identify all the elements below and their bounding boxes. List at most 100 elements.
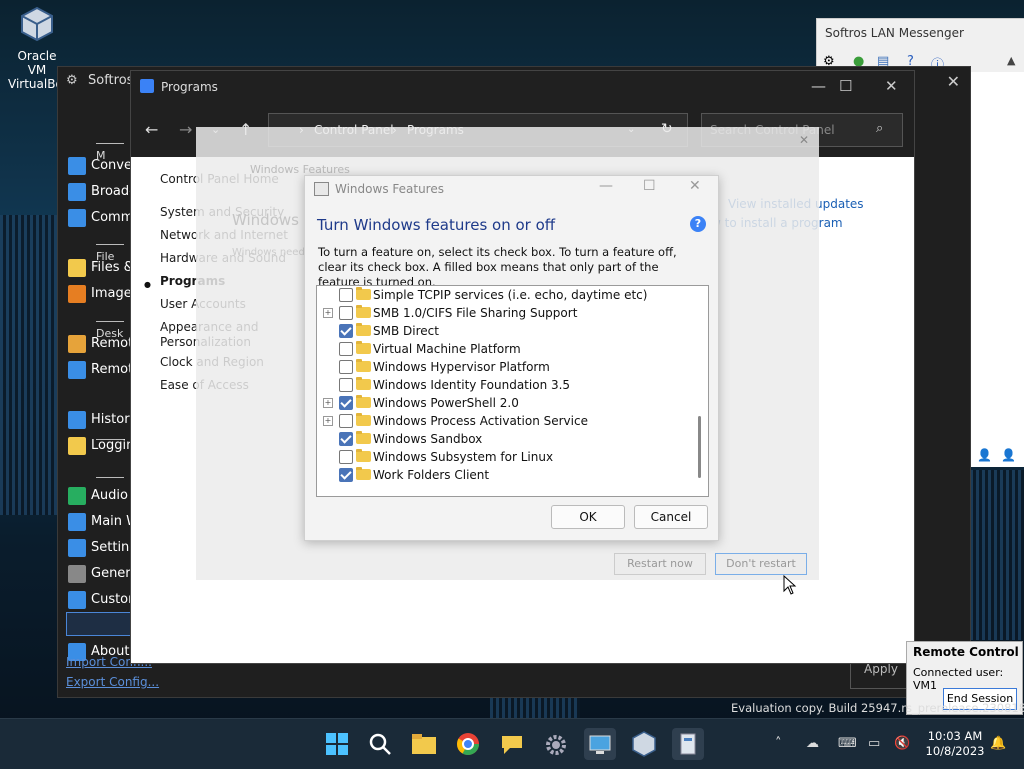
sidebar-selected-highlight — [66, 612, 138, 636]
keyboard-icon[interactable]: ⌨ — [838, 736, 857, 751]
feature-item[interactable]: + Windows PowerShell 2.0 — [317, 394, 689, 412]
windows-features-dialog[interactable]: Windows Features — ☐ ✕ Turn Windows feat… — [304, 175, 719, 541]
chevron-up-icon[interactable]: ▲ — [1007, 54, 1015, 67]
cloud-icon[interactable]: ☁ — [806, 736, 819, 751]
dialog-title: Windows Features — [335, 182, 444, 196]
notification-bell-icon[interactable]: 🔔 — [990, 736, 1006, 751]
volume-muted-icon[interactable]: 🔇 — [894, 736, 910, 751]
sidebar-item[interactable]: Custor — [68, 589, 134, 611]
feature-checkbox[interactable] — [339, 360, 353, 374]
feature-checkbox[interactable] — [339, 432, 353, 446]
search-icon[interactable] — [364, 728, 396, 760]
sidebar-item-label: Comm — [91, 210, 134, 225]
folder-icon — [356, 287, 371, 300]
feature-checkbox[interactable] — [339, 288, 353, 302]
virtualbox-icon[interactable] — [628, 728, 660, 760]
feature-checkbox[interactable] — [339, 450, 353, 464]
sidebar-item[interactable]: Main W — [68, 511, 139, 533]
sidebar-item[interactable]: Loggin — [68, 435, 134, 457]
file-explorer-icon[interactable] — [408, 728, 440, 760]
sidebar-item-label: Audio — [91, 488, 128, 503]
sidebar-item[interactable]: Genera — [68, 563, 139, 585]
restart-now-button[interactable]: Restart now — [614, 553, 706, 575]
forward-arrow-icon[interactable]: → — [179, 120, 192, 139]
chrome-icon[interactable] — [452, 728, 484, 760]
sidebar-item[interactable]: Files & — [68, 257, 134, 279]
sidebar-item-icon — [68, 564, 86, 583]
network-icon[interactable]: ▭ — [868, 736, 880, 751]
feature-checkbox[interactable] — [339, 414, 353, 428]
sidebar-item[interactable]: Audio — [68, 485, 128, 507]
feature-checkbox[interactable] — [339, 324, 353, 338]
clock[interactable]: 10:03 AM 10/8/2023 — [922, 729, 988, 759]
user-icon[interactable]: 👤 — [1001, 448, 1016, 462]
help-icon[interactable]: ? — [690, 216, 706, 232]
virtualbox-icon — [21, 6, 53, 42]
taskbar: ˄ ☁ ⌨ ▭ 🔇 10:03 AM 10/8/2023 🔔 — [0, 718, 1024, 769]
lan-messenger-title: Softros LAN Messenger — [825, 26, 964, 40]
feature-item[interactable]: + SMB 1.0/CIFS File Sharing Support — [317, 304, 689, 322]
folder-icon — [356, 395, 371, 408]
expand-icon[interactable]: + — [323, 398, 333, 408]
feature-checkbox[interactable] — [339, 468, 353, 482]
feature-item[interactable]: Windows Subsystem for Linux — [317, 448, 689, 466]
programs-title: Programs — [161, 80, 218, 94]
evaluation-watermark: Evaluation copy. Build 25947.rs_prerelea… — [731, 701, 1024, 715]
feature-checkbox[interactable] — [339, 306, 353, 320]
sidebar-item[interactable]: Comm — [68, 207, 133, 229]
sidebar-item[interactable]: Remot — [68, 359, 133, 381]
feature-label: Windows Hypervisor Platform — [373, 360, 550, 374]
remote-desktop-icon[interactable] — [584, 728, 616, 760]
sidebar-item[interactable]: Remot — [68, 333, 133, 355]
user-icon[interactable]: 👤 — [977, 448, 992, 462]
chevron-up-icon[interactable]: ˄ — [775, 736, 782, 751]
cancel-button[interactable]: Cancel — [634, 505, 708, 529]
sidebar-item[interactable]: Broadc — [68, 181, 136, 203]
feature-item[interactable]: Windows Sandbox — [317, 430, 689, 448]
feature-label: SMB Direct — [373, 324, 439, 338]
close-icon[interactable]: ✕ — [885, 77, 898, 95]
maximize-icon[interactable]: ☐ — [643, 178, 656, 194]
dont-restart-button[interactable]: Don't restart — [715, 553, 807, 575]
maximize-icon[interactable]: ☐ — [839, 77, 852, 95]
feature-label: Work Folders Client — [373, 468, 490, 482]
minimize-icon[interactable]: — — [811, 77, 826, 95]
back-arrow-icon[interactable]: ← — [145, 120, 158, 139]
feature-label: Windows Process Activation Service — [373, 414, 588, 428]
folder-icon — [356, 377, 371, 390]
control-panel-icon[interactable] — [672, 728, 704, 760]
expand-icon[interactable]: + — [323, 308, 333, 318]
sidebar-item-icon — [68, 410, 86, 429]
folder-icon — [356, 413, 371, 426]
feature-item[interactable]: + Windows Process Activation Service — [317, 412, 689, 430]
feature-item[interactable]: SMB Direct — [317, 322, 689, 340]
expand-icon[interactable]: + — [323, 416, 333, 426]
close-icon[interactable]: ✕ — [947, 72, 960, 91]
feature-item[interactable]: Virtual Machine Platform — [317, 340, 689, 358]
folder-icon — [356, 341, 371, 354]
feature-item[interactable]: Simple TCPIP services (i.e. echo, daytim… — [317, 286, 689, 304]
sidebar-item[interactable]: Setting — [68, 537, 138, 559]
start-icon[interactable] — [321, 728, 353, 760]
close-icon[interactable]: ✕ — [689, 178, 701, 194]
sidebar-item-label: Files & — [91, 260, 134, 275]
sidebar-item[interactable]: History — [68, 409, 137, 431]
remote-control-title: Remote Control — [913, 645, 1019, 659]
sidebar-item-label: Image — [91, 286, 132, 301]
minimize-icon[interactable]: — — [599, 178, 613, 194]
feature-checkbox[interactable] — [339, 396, 353, 410]
ok-button[interactable]: OK — [551, 505, 625, 529]
sidebar-item[interactable]: Image — [68, 283, 132, 305]
feature-item[interactable]: Work Folders Client — [317, 466, 689, 484]
sidebar-item[interactable]: Conve — [68, 155, 132, 177]
settings-gear-icon[interactable] — [540, 728, 572, 760]
close-icon[interactable]: ✕ — [799, 133, 809, 147]
scrollbar-thumb[interactable] — [698, 416, 701, 478]
features-tree[interactable]: Simple TCPIP services (i.e. echo, daytim… — [316, 285, 709, 497]
feature-item[interactable]: Windows Hypervisor Platform — [317, 358, 689, 376]
messenger-icon[interactable] — [496, 728, 528, 760]
feature-checkbox[interactable] — [339, 342, 353, 356]
feature-checkbox[interactable] — [339, 378, 353, 392]
feature-item[interactable]: Windows Identity Foundation 3.5 — [317, 376, 689, 394]
export-config-link[interactable]: Export Config... — [66, 675, 159, 689]
